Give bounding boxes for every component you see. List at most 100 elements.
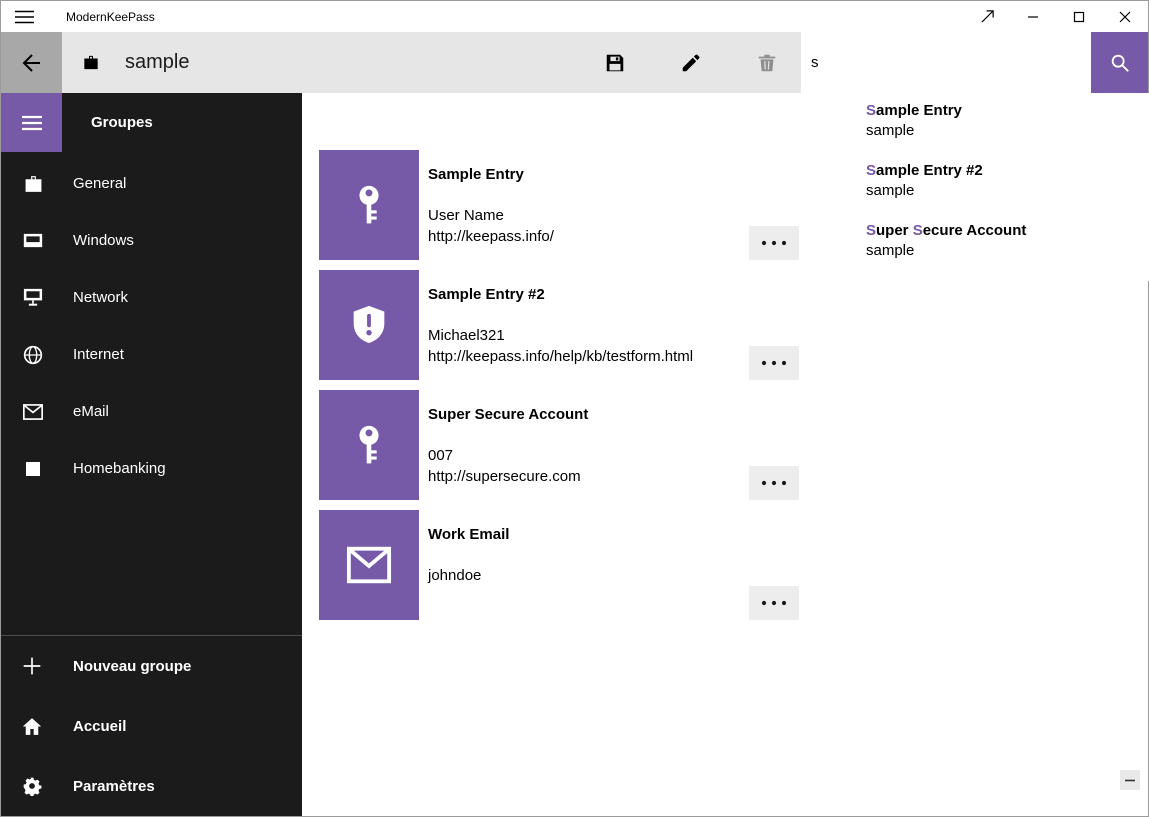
entry-text: Sample Entry User Name http://keepass.in… (428, 150, 554, 260)
entry-details: 007 http://supersecure.com (428, 445, 588, 487)
entry-title: Super Secure Account (428, 406, 588, 424)
entry-title: Work Email (428, 526, 509, 544)
command-actions (563, 39, 791, 87)
edit-pencil-icon (680, 52, 702, 74)
titlebar-hamburger-button[interactable] (1, 1, 41, 32)
entry-tile (319, 270, 419, 380)
square-icon (23, 462, 43, 476)
main-area: Groupes General Windows (1, 93, 1148, 816)
entry-text: Work Email johndoe (428, 510, 509, 620)
entry-details: Michael321 http://keepass.info/help/kb/t… (428, 325, 693, 367)
fullscreen-icon (980, 9, 995, 24)
globe-icon (23, 345, 43, 365)
entry-text: Super Secure Account 007 http://supersec… (428, 390, 588, 500)
delete-button[interactable] (743, 39, 791, 87)
sidebar-item-homebanking[interactable]: Homebanking (1, 440, 302, 497)
envelope-icon (346, 545, 392, 585)
briefcase-icon (23, 175, 43, 193)
entry-more-button[interactable] (749, 346, 799, 380)
sidebar-action-label: Accueil (73, 718, 126, 735)
entry-title: Sample Entry #2 (428, 286, 693, 304)
entry-list: Sample Entry User Name http://keepass.in… (302, 93, 1148, 816)
suggestion-item[interactable]: Sample Entry sample (866, 101, 1149, 161)
close-button[interactable] (1102, 1, 1148, 32)
sidebar-item-general[interactable]: General (1, 155, 302, 212)
minus-icon (1125, 779, 1135, 782)
suggestion-title: Sample Entry #2 (866, 161, 1149, 181)
new-group-button[interactable]: Nouveau groupe (1, 636, 302, 696)
entry-row-sample-entry-2[interactable]: Sample Entry #2 Michael321 http://keepas… (319, 270, 799, 380)
nav-toggle-button[interactable] (1, 93, 62, 152)
sidebar-item-internet[interactable]: Internet (1, 326, 302, 383)
trash-icon (756, 52, 778, 74)
search-input[interactable] (801, 32, 1091, 93)
entry-more-button[interactable] (749, 466, 799, 500)
sidebar-item-label: General (73, 175, 126, 192)
minimize-button[interactable] (1010, 1, 1056, 32)
sidebar-action-label: Paramètres (73, 778, 155, 795)
home-button[interactable]: Accueil (1, 696, 302, 756)
save-button[interactable] (591, 39, 639, 87)
network-monitor-icon (23, 288, 43, 307)
edit-button[interactable] (667, 39, 715, 87)
sidebar-item-label: Internet (73, 346, 124, 363)
sidebar-item-windows[interactable]: Windows (1, 212, 302, 269)
entry-username: Michael321 (428, 325, 693, 346)
sidebar-item-email[interactable]: eMail (1, 383, 302, 440)
entry-username: 007 (428, 445, 588, 466)
minimize-icon (1027, 11, 1039, 23)
sidebar-bottom: Nouveau groupe Accueil Paramètres (1, 635, 302, 816)
command-row: sample (1, 32, 1148, 93)
search-button[interactable] (1091, 32, 1148, 93)
fullscreen-button[interactable] (964, 1, 1010, 32)
entry-details: User Name http://keepass.info/ (428, 205, 554, 247)
search-suggestions: Sample Entry sample Sample Entry #2 samp… (801, 93, 1149, 281)
app-title: ModernKeePass (66, 10, 155, 24)
sidebar-item-label: eMail (73, 403, 109, 420)
sidebar-item-network[interactable]: Network (1, 269, 302, 326)
maximize-button[interactable] (1056, 1, 1102, 32)
collapse-commandbar-button[interactable] (1120, 770, 1140, 790)
entry-title: Sample Entry (428, 166, 554, 184)
monitor-icon (23, 232, 43, 249)
suggestion-highlight: S (866, 102, 876, 119)
envelope-icon (23, 404, 43, 420)
database-icon (83, 55, 99, 70)
entry-row-work-email[interactable]: Work Email johndoe (319, 510, 799, 620)
group-list: General Windows Network (1, 155, 302, 497)
shield-warning-icon (346, 302, 392, 348)
window-controls (964, 1, 1148, 32)
entry-more-button[interactable] (749, 586, 799, 620)
suggestion-subtitle: sample (866, 121, 1149, 141)
entry-more-button[interactable] (749, 226, 799, 260)
suggestion-highlight: S (866, 222, 876, 239)
search-bar (801, 32, 1148, 93)
gear-icon (21, 776, 43, 796)
save-icon (604, 52, 626, 74)
more-icon (761, 600, 787, 606)
entry-row-super-secure-account[interactable]: Super Secure Account 007 http://supersec… (319, 390, 799, 500)
suggestion-item[interactable]: Sample Entry #2 sample (866, 161, 1149, 221)
database-title: sample (125, 51, 189, 74)
entry-username: johndoe (428, 565, 509, 586)
entry-details: johndoe (428, 565, 509, 586)
more-icon (761, 360, 787, 366)
suggestion-highlight: S (913, 222, 923, 239)
entry-row-sample-entry[interactable]: Sample Entry User Name http://keepass.in… (319, 150, 799, 260)
entry-url: http://supersecure.com (428, 466, 588, 487)
suggestion-item[interactable]: Super Secure Account sample (866, 221, 1149, 281)
suggestion-subtitle: sample (866, 241, 1149, 261)
entry-tile (319, 150, 419, 260)
settings-button[interactable]: Paramètres (1, 756, 302, 816)
entry-tile (319, 390, 419, 500)
sidebar-header: Groupes (1, 93, 302, 152)
titlebar: ModernKeePass (1, 1, 1148, 32)
home-icon (21, 717, 43, 736)
more-icon (761, 480, 787, 486)
suggestion-title: Sample Entry (866, 101, 1149, 121)
groups-heading: Groupes (91, 114, 153, 131)
plus-icon (21, 656, 43, 676)
suggestion-highlight: S (866, 162, 876, 179)
entry-url: http://keepass.info/ (428, 226, 554, 247)
back-button[interactable] (1, 32, 62, 93)
